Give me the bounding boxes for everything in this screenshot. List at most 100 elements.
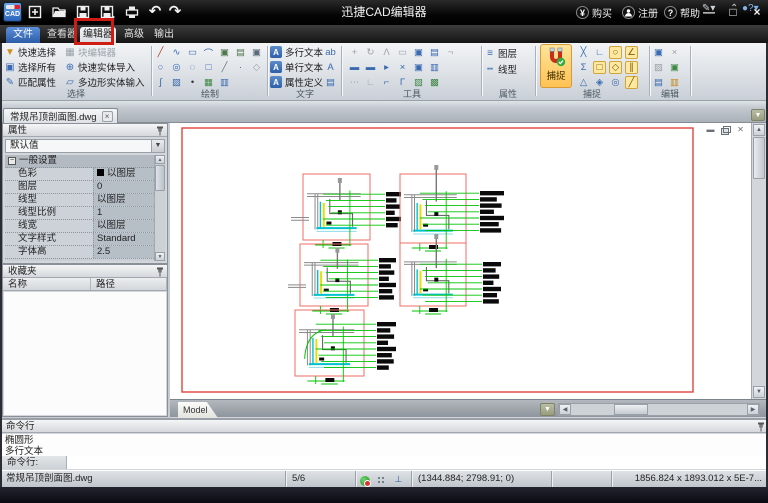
draw-paste-block-icon[interactable]: ▣ <box>250 46 263 59</box>
collapse-icon[interactable]: − <box>8 157 16 165</box>
tool-insert-block-icon[interactable]: ▬ <box>348 61 361 74</box>
doc-minimize-icon[interactable]: ▬ <box>705 125 716 135</box>
draw-image-icon[interactable]: ▤ <box>234 46 247 59</box>
buy-button[interactable]: ¥ 购买 <box>576 4 612 21</box>
tool-mirror-icon[interactable]: Λ <box>380 46 393 59</box>
snap-snap-parallel-icon[interactable]: ∥ <box>625 61 638 74</box>
ribbon-item-select-all[interactable]: ▣选择所有 <box>4 60 56 74</box>
draw-region-icon[interactable]: □ <box>202 61 215 74</box>
scroll-up-icon[interactable]: ▲ <box>155 155 165 164</box>
horizontal-scrollbar[interactable]: ◀ ▶ <box>558 403 760 416</box>
grid-status-icon[interactable] <box>376 473 388 485</box>
document-tab[interactable]: 常规吊顶剖面图.dwg × <box>3 108 118 123</box>
tool-pick-icon[interactable]: ▸ <box>380 61 393 74</box>
doc-restore-icon[interactable] <box>720 125 731 135</box>
quick-edit-icon[interactable]: ✎▾ <box>702 2 715 16</box>
snap-snap-angle-icon[interactable]: ∠ <box>625 46 638 59</box>
tool-array-icon[interactable]: ▭ <box>396 46 409 59</box>
pin-icon[interactable] <box>156 126 164 140</box>
draw-circle-icon[interactable]: ○ <box>154 61 167 74</box>
drawing-canvas[interactable]: ▬ ✕ ▲ ▼ Model ▼ ◀ ▶ <box>170 123 766 417</box>
edit-cut-clip-icon[interactable]: ▨ <box>652 61 665 74</box>
tab-close-icon[interactable]: × <box>102 111 113 122</box>
snap-snap-endpoint-icon[interactable]: □ <box>593 61 606 74</box>
scroll-up-icon[interactable]: ▲ <box>753 124 765 136</box>
ribbon-tab-viewer[interactable]: 查看器 <box>44 27 80 43</box>
scroll-right-icon[interactable]: ▶ <box>747 404 759 415</box>
tool-copy-icon[interactable]: ▣ <box>412 46 425 59</box>
ribbon-item-polygon-entity-input[interactable]: ▱多边形实体输入 <box>64 75 145 89</box>
ribbon-item-quick-entity-import[interactable]: ⊕快速实体导入 <box>64 60 135 74</box>
vertical-scrollbar[interactable]: ▲ ▼ <box>751 123 766 399</box>
tool-move-icon[interactable]: + <box>348 46 361 59</box>
draw-point-icon[interactable]: · <box>234 61 247 74</box>
layout-chevron-icon[interactable]: ▼ <box>540 403 555 416</box>
model-tab[interactable]: Model <box>178 402 218 418</box>
scroll-thumb[interactable] <box>753 137 765 179</box>
draw-ray-icon[interactable]: ╱ <box>218 61 231 74</box>
draw-block-icon[interactable]: ▣ <box>218 46 231 59</box>
property-row[interactable]: 线型以图层 <box>5 194 154 207</box>
snap-toggle-button[interactable]: 捕捉 <box>540 44 572 88</box>
draw-donut-icon[interactable]: ◎ <box>170 61 183 74</box>
snap-snap-midpoint-icon[interactable]: Σ <box>577 61 590 74</box>
property-row[interactable]: 文字样式Standard <box>5 233 154 246</box>
collapse-ribbon-icon[interactable]: ⌃ <box>730 2 738 16</box>
scroll-down-icon[interactable]: ▼ <box>753 386 765 398</box>
draw-wipeout-icon[interactable]: ◇ <box>250 61 263 74</box>
property-row[interactable]: 字体高2.5 <box>5 246 154 259</box>
tool-join-icon[interactable]: ▣ <box>412 61 425 74</box>
tool-explode-icon[interactable]: ▥ <box>428 61 441 74</box>
ribbon-item-mtext[interactable]: A多行文本 <box>270 45 323 59</box>
column-name[interactable]: 名称 <box>3 278 91 290</box>
register-button[interactable]: 注册 <box>622 4 658 21</box>
property-section-header[interactable]: −一般设置 <box>5 155 154 168</box>
draw-rectangle-icon[interactable]: ▭ <box>186 46 199 59</box>
snap-snap-node-icon[interactable]: ◇ <box>609 61 622 74</box>
favorites-list[interactable] <box>4 292 166 415</box>
ribbon-tab-advanced[interactable]: 高级 <box>120 27 148 43</box>
property-row[interactable]: 线宽以图层 <box>5 220 154 233</box>
scroll-down-icon[interactable]: ▼ <box>155 252 165 261</box>
preset-dropdown[interactable]: 默认值 ▼ <box>5 139 165 153</box>
text-text-edit-icon[interactable]: ab <box>324 46 337 59</box>
ribbon-item-layer[interactable]: ≡图层 <box>484 46 517 60</box>
scroll-thumb[interactable] <box>614 404 648 415</box>
text-text-style-icon[interactable]: A <box>324 61 337 74</box>
tool-make-block-icon[interactable]: ▬ <box>364 61 377 74</box>
command-input[interactable] <box>67 456 767 469</box>
cad-drawing[interactable] <box>170 123 751 399</box>
ortho-status-icon[interactable]: ⊥ <box>392 473 404 485</box>
command-history[interactable]: 椭圆形多行文本 <box>1 434 767 458</box>
tool-block-ref-icon[interactable]: ▤ <box>428 46 441 59</box>
edit-copy-clip-icon[interactable]: ▣ <box>652 46 665 59</box>
snap-snap-tangent-icon[interactable]: ○ <box>609 46 622 59</box>
draw-polyline-icon[interactable]: ∿ <box>170 46 183 59</box>
property-row[interactable]: 图层0 <box>5 181 154 194</box>
draw-ellipse-icon[interactable]: ◌ <box>186 61 199 74</box>
ribbon-item-quick-select[interactable]: ▼快速选择 <box>4 45 56 59</box>
ribbon-help-icon[interactable]: ●?▾ <box>742 2 759 16</box>
ribbon-tab-output[interactable]: 输出 <box>150 27 178 43</box>
ribbon-tab-file[interactable]: 文件 <box>6 27 40 43</box>
ribbon-item-dtext[interactable]: A单行文本 <box>270 60 323 74</box>
edit-paste-clip-icon[interactable]: ▣ <box>668 61 681 74</box>
ribbon-item-match-properties[interactable]: ✎匹配属性 <box>4 75 56 89</box>
doc-close-icon[interactable]: ✕ <box>735 125 746 135</box>
snap-snap-intersection-icon[interactable]: ╳ <box>577 46 590 59</box>
snap-status-icon[interactable] <box>359 473 371 485</box>
property-row[interactable]: 线型比例1 <box>5 207 154 220</box>
tool-rotate-icon[interactable]: ↻ <box>364 46 377 59</box>
tab-list-chevron-icon[interactable]: ▼ <box>751 109 765 121</box>
pin-icon[interactable] <box>156 267 164 281</box>
chevron-down-icon[interactable]: ▼ <box>151 140 164 152</box>
draw-line-icon[interactable]: ╱ <box>154 46 167 59</box>
ribbon-item-linetype[interactable]: ┅线型 <box>484 62 517 76</box>
ribbon-tab-editor[interactable]: 编辑器 <box>80 27 116 43</box>
help-button[interactable]: ? 帮助 <box>664 4 700 21</box>
scroll-left-icon[interactable]: ◀ <box>559 404 571 415</box>
tool-trim-icon[interactable]: × <box>396 61 409 74</box>
edit-delete-icon[interactable]: × <box>668 46 681 59</box>
tool-offset-icon[interactable]: ¬ <box>444 46 457 59</box>
property-grid-scrollbar[interactable]: ▲ ▼ <box>154 155 165 261</box>
